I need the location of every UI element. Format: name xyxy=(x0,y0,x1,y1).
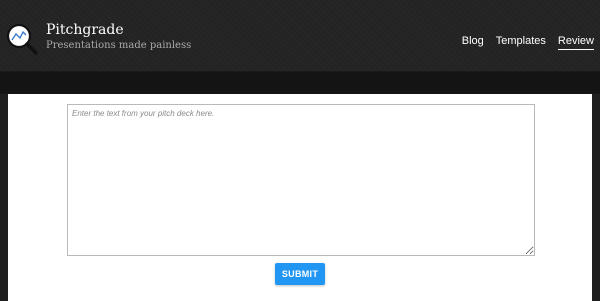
main-nav: Blog Templates Review xyxy=(462,35,594,50)
nav-link-templates[interactable]: Templates xyxy=(496,35,546,50)
header-bar: Pitchgrade Presentations made painless B… xyxy=(0,0,600,72)
submit-button[interactable]: SUBMIT xyxy=(275,263,325,285)
brand-title[interactable]: Pitchgrade xyxy=(46,22,124,38)
magnifier-chart-icon[interactable] xyxy=(5,22,39,56)
header-shadow-strip xyxy=(0,72,600,94)
pitch-text-input[interactable] xyxy=(67,104,535,256)
nav-link-blog[interactable]: Blog xyxy=(462,35,484,50)
review-panel: SUBMIT xyxy=(8,94,592,301)
brand-tagline: Presentations made painless xyxy=(46,40,192,51)
nav-link-review[interactable]: Review xyxy=(557,35,594,50)
